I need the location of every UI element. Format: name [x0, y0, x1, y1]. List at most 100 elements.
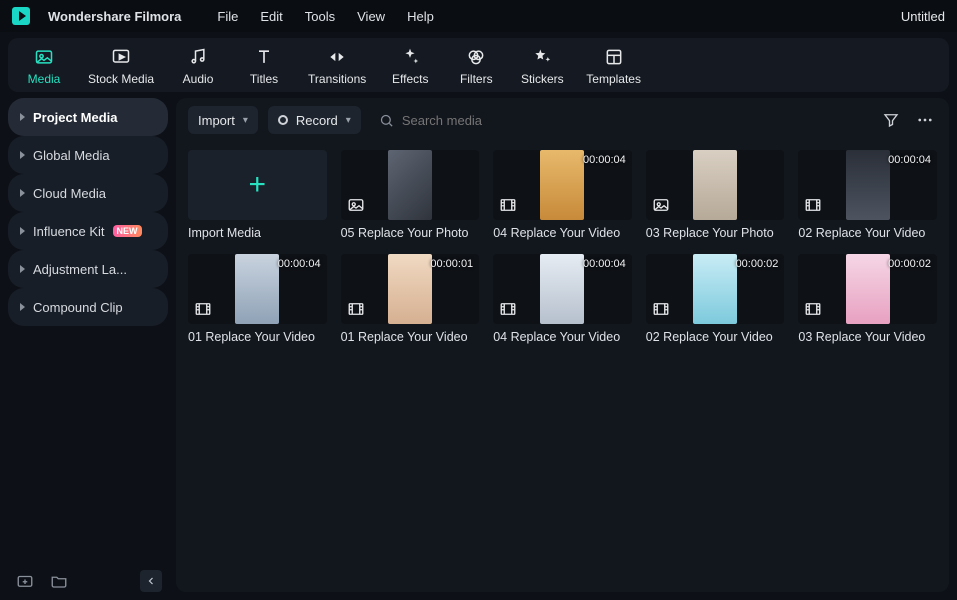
media-tile[interactable]: 00:00:0202 Replace Your Video: [646, 254, 785, 344]
collapse-sidebar-button[interactable]: [140, 570, 162, 592]
tile-label: Import Media: [188, 226, 327, 240]
sidebar: Project MediaGlobal Media Cloud Media Infl…: [8, 98, 168, 592]
tile-label: 03 Replace Your Photo: [646, 226, 785, 240]
thumbnail[interactable]: [341, 150, 480, 220]
media-tile[interactable]: 00:00:04 01 Replace Your Video: [188, 254, 327, 344]
media-tile[interactable]: 00:00:0203 Replace Your Video: [798, 254, 937, 344]
thumbnail[interactable]: 00:00:02: [798, 254, 937, 324]
tool-label: Templates: [586, 72, 641, 86]
thumbnail[interactable]: 00:00:04: [493, 254, 632, 324]
titlebar: Wondershare Filmora File Edit Tools View Hel…: [0, 0, 957, 32]
content-toolbar: Import ▾ Record ▾: [176, 98, 949, 142]
thumbnail[interactable]: 00:00:04: [493, 150, 632, 220]
tool-filters[interactable]: Filters: [454, 46, 498, 86]
duration-label: 00:00:04: [888, 154, 931, 166]
thumbnail-image: [846, 150, 890, 220]
thumbnail-image: [388, 254, 432, 324]
more-icon[interactable]: [913, 108, 937, 132]
titles-icon: [251, 46, 277, 68]
video-type-icon: [652, 300, 670, 318]
menu-view[interactable]: View: [357, 9, 385, 24]
thumbnail-image: [235, 254, 279, 324]
tile-label: 02 Replace Your Video: [798, 226, 937, 240]
media-tile[interactable]: 00:00:0404 Replace Your Video: [493, 150, 632, 240]
tool-label: Stickers: [521, 72, 564, 86]
sidebar-item-global-media[interactable]: Global Media: [8, 136, 168, 174]
project-name: Untitled: [901, 9, 945, 24]
menu-file[interactable]: File: [217, 9, 238, 24]
video-type-icon: [804, 196, 822, 214]
duration-label: 00:00:04: [583, 258, 626, 270]
media-tile[interactable]: 00:00:0101 Replace Your Video: [341, 254, 480, 344]
tool-label: Audio: [183, 72, 214, 86]
effects-icon: [397, 46, 423, 68]
media-tile[interactable]: 05 Replace Your Photo: [341, 150, 480, 240]
tile-label: 01 Replace Your Video: [188, 330, 327, 344]
menu-tools[interactable]: Tools: [305, 9, 335, 24]
new-folder-icon[interactable]: [14, 570, 36, 592]
duration-label: 00:00:02: [888, 258, 931, 270]
thumbnail-image: [693, 150, 737, 220]
thumbnail[interactable]: 00:00:02: [646, 254, 785, 324]
stickers-icon: [529, 46, 555, 68]
media-tile[interactable]: 03 Replace Your Photo: [646, 150, 785, 240]
thumbnail[interactable]: 00:00:04: [188, 254, 327, 324]
duration-label: 00:00:02: [736, 258, 779, 270]
sidebar-item-compound-clip[interactable]: Compound Clip: [8, 288, 168, 326]
sidebar-item-label: Cloud Media: [33, 186, 106, 201]
media-tile[interactable]: + Import Media: [188, 150, 327, 240]
sidebar-item-cloud-media[interactable]: Cloud Media: [8, 174, 168, 212]
tool-audio[interactable]: Audio: [176, 46, 220, 86]
media-tile[interactable]: 00:00:04 04 Replace Your Video: [493, 254, 632, 344]
chevron-down-icon: ▾: [243, 115, 248, 126]
thumbnail-image: [846, 254, 890, 324]
filters-icon: [463, 46, 489, 68]
main-area: Project MediaGlobal Media Cloud Media Infl…: [8, 98, 949, 592]
menu-help[interactable]: Help: [407, 9, 434, 24]
sidebar-item-label: Adjustment La...: [33, 262, 127, 277]
photo-type-icon: [652, 196, 670, 214]
sidebar-item-influence-kit[interactable]: Influence Kit NEW: [8, 212, 168, 250]
folder-icon[interactable]: [48, 570, 70, 592]
tool-label: Effects: [392, 72, 428, 86]
duration-label: 00:00:04: [583, 154, 626, 166]
tool-transitions[interactable]: Transitions: [308, 46, 366, 86]
app-title: Wondershare Filmora: [48, 9, 181, 24]
sidebar-item-label: Influence Kit: [33, 224, 105, 239]
caret-right-icon: [20, 227, 25, 235]
plus-icon: +: [249, 168, 267, 202]
search-input[interactable]: [402, 113, 861, 128]
media-tile[interactable]: 00:00:04 02 Replace Your Video: [798, 150, 937, 240]
menu-edit[interactable]: Edit: [260, 9, 282, 24]
thumbnail[interactable]: [646, 150, 785, 220]
sidebar-item-project-media[interactable]: Project Media: [8, 98, 168, 136]
tool-media[interactable]: Media: [22, 46, 66, 86]
new-badge: NEW: [113, 225, 142, 237]
tool-titles[interactable]: Titles: [242, 46, 286, 86]
transitions-icon: [324, 46, 350, 68]
tool-templates[interactable]: Templates: [586, 46, 641, 86]
tool-stickers[interactable]: Stickers: [520, 46, 564, 86]
record-dropdown[interactable]: Record ▾: [268, 106, 361, 134]
video-type-icon: [499, 196, 517, 214]
search-icon: [379, 113, 394, 128]
tool-stock-media[interactable]: Stock Media: [88, 46, 154, 86]
import-dropdown[interactable]: Import ▾: [188, 106, 258, 134]
import-tile[interactable]: +: [188, 150, 327, 220]
tile-label: 04 Replace Your Video: [493, 330, 632, 344]
filter-icon[interactable]: [879, 108, 903, 132]
thumbnail[interactable]: 00:00:01: [341, 254, 480, 324]
tool-label: Transitions: [308, 72, 366, 86]
tool-effects[interactable]: Effects: [388, 46, 432, 86]
audio-icon: [185, 46, 211, 68]
video-type-icon: [499, 300, 517, 318]
sidebar-item-adjustment-la-[interactable]: Adjustment La...: [8, 250, 168, 288]
media-icon: [31, 46, 57, 68]
thumbnail-image: [540, 150, 584, 220]
content-panel: Import ▾ Record ▾ + Import Media 05 Replac…: [176, 98, 949, 592]
tool-label: Filters: [460, 72, 493, 86]
search-box[interactable]: [371, 106, 869, 134]
thumbnail[interactable]: 00:00:04: [798, 150, 937, 220]
duration-label: 00:00:01: [430, 258, 473, 270]
record-label: Record: [296, 113, 338, 128]
